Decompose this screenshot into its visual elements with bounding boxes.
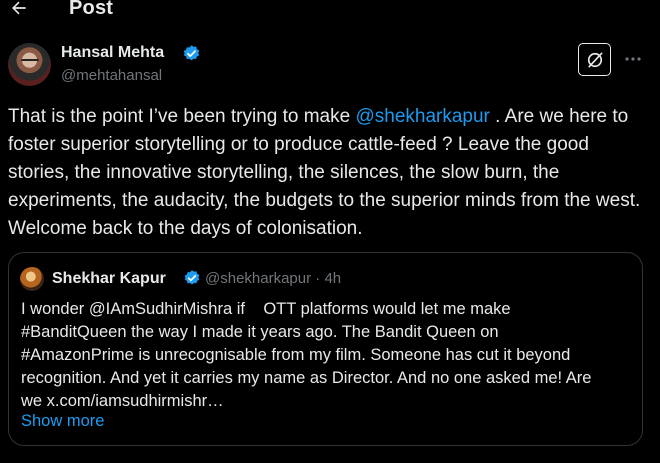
quoted-text-line: we x.com/iamsudhirmishr…: [21, 392, 224, 410]
quoted-author-handle[interactable]: @shekharkapur · 4h: [205, 270, 341, 287]
more-horizontal-icon: [625, 57, 641, 61]
more-options-button[interactable]: [622, 49, 644, 69]
quoted-text-line: recognition. And yet it carries my name …: [21, 369, 592, 387]
quoted-text-line: #AmazonPrime is unrecognisable from my f…: [21, 346, 571, 364]
quoted-text-line: I wonder @IAmSudhirMishra if OTT platfor…: [21, 300, 511, 318]
quoted-post[interactable]: Shekhar Kapur @shekharkapur · 4h I wonde…: [8, 252, 643, 446]
author-name[interactable]: Hansal Mehta: [61, 44, 164, 62]
show-more-link[interactable]: Show more: [21, 412, 104, 431]
avatar[interactable]: [8, 43, 51, 86]
quoted-text-line: #BanditQueen the way I made it years ago…: [21, 323, 499, 341]
mention-link[interactable]: @shekharkapur: [355, 106, 489, 127]
quoted-author-name[interactable]: Shekhar Kapur: [52, 270, 166, 288]
avatar[interactable]: [20, 267, 44, 291]
author-handle[interactable]: @mehtahansal: [61, 67, 162, 84]
grok-button[interactable]: [578, 43, 611, 76]
quoted-post-text: I wonder @IAmSudhirMishra if OTT platfor…: [21, 298, 631, 413]
post-text-start: That is the point I’ve been trying to ma…: [8, 106, 356, 127]
post-body: That is the point I’ve been trying to ma…: [8, 103, 653, 243]
back-button[interactable]: [4, 0, 34, 20]
verified-badge-icon: [183, 45, 200, 61]
arrow-left-icon: [12, 1, 26, 15]
grok-icon: [587, 52, 602, 67]
verified-badge-icon: [184, 270, 200, 285]
page-title: Post: [69, 0, 114, 19]
post-author: Hansal Mehta @mehtahansal: [8, 43, 652, 93]
top-bar: Post: [0, 0, 660, 28]
